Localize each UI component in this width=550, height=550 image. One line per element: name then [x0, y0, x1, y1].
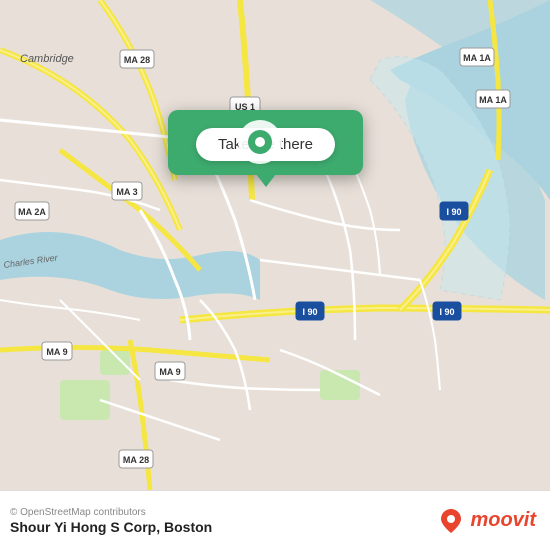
- svg-text:MA 9: MA 9: [159, 367, 180, 377]
- svg-text:I 90: I 90: [302, 307, 317, 317]
- moovit-logo: moovit: [437, 507, 536, 535]
- place-name: Shour Yi Hong S Corp, Boston: [10, 519, 212, 535]
- svg-text:MA 3: MA 3: [116, 187, 137, 197]
- map-container: MA 28 US 1 MA 2A MA 3 MA 9 MA 9 MA 28 I …: [0, 0, 550, 490]
- popup-card: Take me there: [168, 110, 363, 175]
- moovit-text: moovit: [470, 509, 536, 532]
- svg-text:I 90: I 90: [446, 207, 461, 217]
- svg-text:MA 2A: MA 2A: [18, 207, 46, 217]
- svg-text:MA 1A: MA 1A: [479, 95, 507, 105]
- attribution-section: © OpenStreetMap contributors Shour Yi Ho…: [10, 507, 212, 535]
- svg-text:MA 28: MA 28: [123, 455, 149, 465]
- moovit-icon: [437, 507, 465, 535]
- svg-text:MA 1A: MA 1A: [463, 53, 491, 63]
- osm-attribution: © OpenStreetMap contributors: [10, 507, 212, 518]
- svg-text:MA 9: MA 9: [46, 347, 67, 357]
- svg-text:MA 28: MA 28: [124, 55, 150, 65]
- svg-text:I 90: I 90: [439, 307, 454, 317]
- bottom-bar: © OpenStreetMap contributors Shour Yi Ho…: [0, 490, 550, 550]
- take-me-there-button[interactable]: Take me there: [196, 128, 335, 161]
- svg-text:Cambridge: Cambridge: [20, 53, 74, 65]
